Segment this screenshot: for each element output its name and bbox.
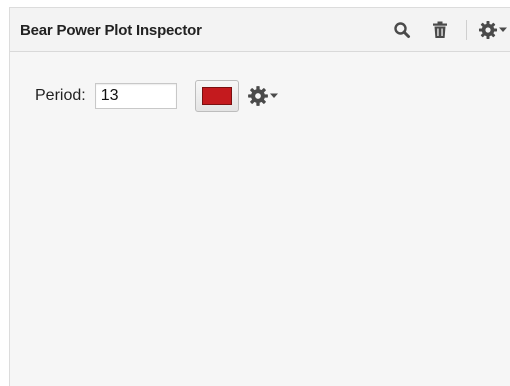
chevron-down-icon xyxy=(269,93,278,98)
period-label: Period: xyxy=(35,87,86,104)
period-input[interactable] xyxy=(94,83,177,109)
inspector-header: Bear Power Plot Inspector xyxy=(10,8,510,52)
inspector-title: Bear Power Plot Inspector xyxy=(20,22,202,39)
period-row: Period: xyxy=(35,80,278,112)
trash-icon[interactable] xyxy=(430,20,450,40)
gear-icon[interactable] xyxy=(478,20,510,40)
gear-icon xyxy=(247,86,268,106)
search-icon[interactable] xyxy=(392,20,412,40)
plot-color-swatch xyxy=(201,87,232,105)
plot-options-button[interactable] xyxy=(247,84,278,108)
inspector-panel: Bear Power Plot Inspector Period: 13 xyxy=(9,7,510,386)
window: Bear Power Plot Inspector Period: 13 xyxy=(0,0,510,386)
header-divider xyxy=(466,20,467,40)
plot-color-button[interactable] xyxy=(194,80,239,112)
